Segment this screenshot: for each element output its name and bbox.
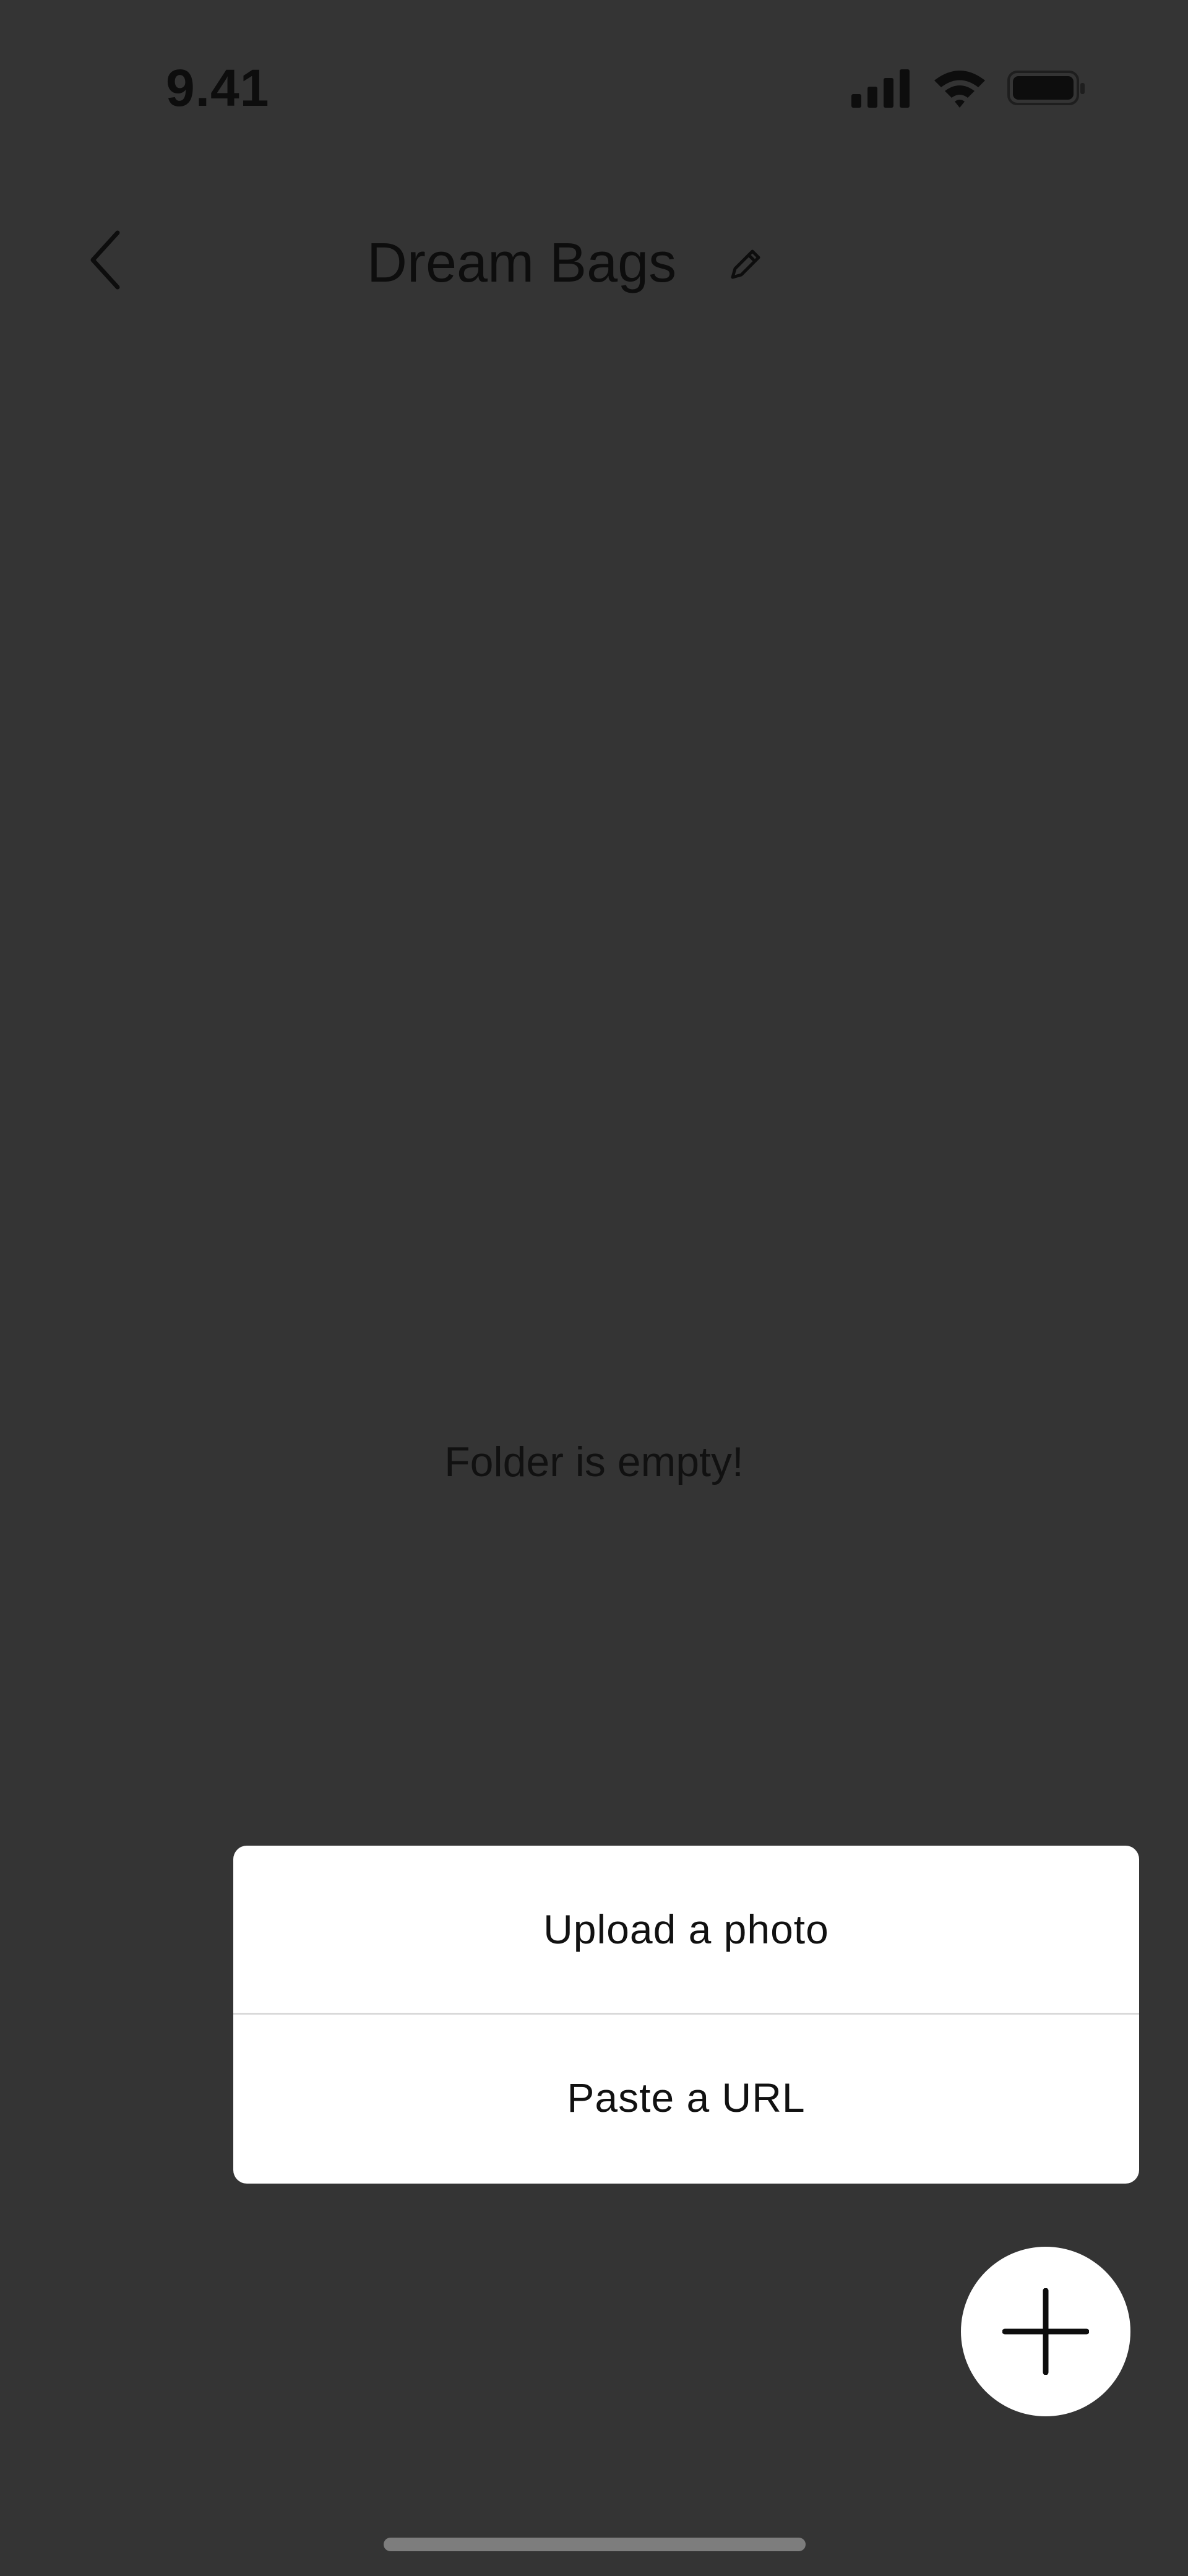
- plus-icon: [1002, 2288, 1089, 2375]
- page-title: Dream Bags: [367, 232, 677, 294]
- add-button[interactable]: [961, 2247, 1130, 2416]
- edit-title-button[interactable]: [724, 241, 768, 286]
- home-indicator[interactable]: [384, 2538, 806, 2551]
- status-time: 9.41: [166, 59, 270, 117]
- pencil-icon: [731, 249, 760, 279]
- cellular-signal-icon: [851, 69, 910, 108]
- chevron-left-icon: [90, 230, 120, 290]
- add-item-menu: Upload a photo Paste a URL: [233, 1846, 1139, 2184]
- battery-icon: [1007, 71, 1085, 105]
- back-button[interactable]: [74, 223, 136, 297]
- wifi-icon: [934, 71, 985, 108]
- status-icons: [851, 69, 1085, 108]
- empty-folder-message: Folder is empty!: [444, 1438, 744, 1485]
- paste-url-option[interactable]: Paste a URL: [233, 2014, 1139, 2181]
- upload-photo-option[interactable]: Upload a photo: [233, 1846, 1139, 2013]
